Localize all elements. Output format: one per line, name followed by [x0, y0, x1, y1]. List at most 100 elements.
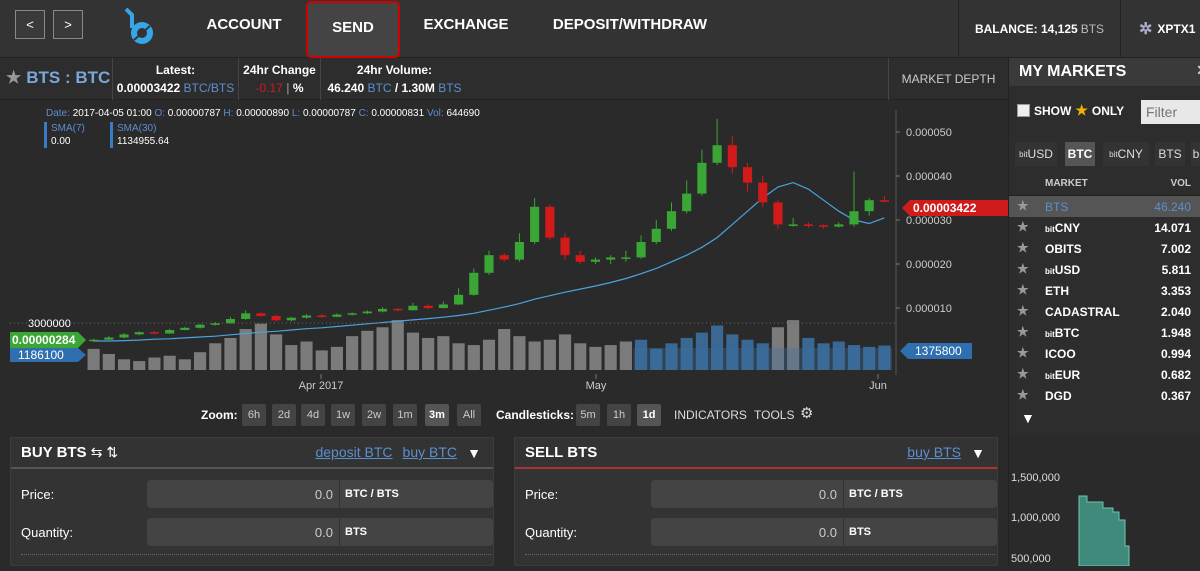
candle-body [545, 206, 555, 238]
market-tab-btc[interactable]: BTC [1065, 142, 1095, 166]
zoom-4d-button[interactable]: 4d [301, 404, 325, 426]
market-row[interactable]: ★ BTS 46.240 [1009, 196, 1200, 217]
market-symbol: CNY [1054, 221, 1081, 235]
volume-bar [558, 334, 572, 370]
market-row[interactable]: ★ bitEUR 0.682 [1009, 364, 1200, 385]
market-row[interactable]: ★ ICOO 0.994 [1009, 343, 1200, 364]
volume-bar [102, 353, 115, 370]
candle-5m-button[interactable]: 5m [576, 404, 600, 426]
favorite-star-icon[interactable]: ★ [1017, 324, 1029, 340]
candle-body [469, 272, 479, 295]
market-row[interactable]: ★ bitUSD 5.811 [1009, 259, 1200, 280]
tab-deposit-withdraw[interactable]: DEPOSIT/WITHDRAW [532, 0, 728, 58]
market-depth-button[interactable]: MARKET DEPTH [888, 58, 1008, 100]
my-markets-header: MY MARKETS ✕ [1009, 58, 1200, 86]
favorite-star-icon[interactable]: ★ [1017, 261, 1029, 277]
candle-body [377, 308, 388, 312]
back-button[interactable]: < [15, 10, 45, 39]
indicators-button[interactable]: INDICATORS [674, 408, 747, 422]
zoom-2w-button[interactable]: 2w [362, 404, 386, 426]
favorite-star-icon[interactable]: ★ [1017, 282, 1029, 298]
price-chart[interactable]: 0.000050 0.000040 0.000030 0.000020 0.000010… [0, 100, 1008, 400]
swap-icons[interactable]: ⇆ ⇅ [91, 444, 118, 461]
deposit-btc-link[interactable]: deposit BTC [315, 444, 392, 460]
vol-column-header[interactable]: VOL [1170, 178, 1191, 189]
sell-price-label: Price: [525, 487, 559, 502]
depth-chart-canvas: 1,500,000 1,000,000 500,000 [1011, 472, 1130, 567]
zoom-all-button[interactable]: All [457, 404, 481, 426]
volume-bar [467, 345, 480, 370]
bitshares-logo-icon[interactable] [118, 6, 158, 50]
sell-panel-header: SELL BTS buy BTS ▼ [515, 438, 997, 469]
market-tab-more[interactable]: b [1191, 142, 1200, 166]
market-tab-bts[interactable]: BTS [1155, 142, 1185, 166]
market-tab-bitusd[interactable]: bit USD [1015, 142, 1057, 166]
market-row[interactable]: ★ OBITS 7.002 [1009, 238, 1200, 259]
zoom-3m-button[interactable]: 3m [425, 404, 449, 426]
account-menu[interactable]: ✲ XPTX1 [1120, 0, 1200, 58]
market-filter-input[interactable] [1141, 100, 1200, 124]
change-unit: % [292, 81, 304, 95]
candle-body [210, 323, 220, 325]
buy-quantity-input[interactable]: 0.0 [147, 518, 339, 546]
favorite-star-icon[interactable]: ★ [1017, 219, 1029, 235]
show-favorites-only-toggle[interactable]: SHOW ★ ONLY [1017, 102, 1124, 119]
favorite-star-icon[interactable]: ★ [1017, 366, 1029, 382]
market-name: BTS [1045, 200, 1068, 214]
candle-body [317, 315, 327, 317]
favorite-star-icon[interactable]: ★ [1017, 387, 1029, 403]
market-row[interactable]: ★ bitCNY 14.071 [1009, 217, 1200, 238]
buy-btc-link[interactable]: buy BTC [403, 444, 457, 460]
sma7-value: 0.00 [51, 136, 71, 147]
market-name: OBITS [1045, 242, 1082, 256]
sma30-readout: SMA(30) 1134955.64 [110, 122, 169, 148]
tools-button[interactable]: TOOLS [754, 408, 794, 422]
candle-body [651, 228, 661, 242]
show-only-checkbox[interactable] [1017, 104, 1030, 117]
market-column-header[interactable]: MARKET [1045, 178, 1088, 189]
market-row[interactable]: ★ CADASTRAL 2.040 [1009, 301, 1200, 322]
market-row[interactable]: ★ ETH 3.353 [1009, 280, 1200, 301]
favorite-star-icon[interactable]: ★ [1017, 198, 1029, 214]
sell-panel: SELL BTS buy BTS ▼ Price: 0.0 BTC / BTS … [514, 437, 998, 566]
favorite-star-icon[interactable]: ★ [1017, 345, 1029, 361]
tab-name: CNY [1117, 147, 1143, 161]
tab-prefix: bit [1019, 149, 1028, 159]
zoom-2d-button[interactable]: 2d [272, 404, 296, 426]
tab-send[interactable]: SEND [306, 1, 400, 58]
high-key: H: [223, 108, 234, 119]
zoom-1w-button[interactable]: 1w [331, 404, 355, 426]
buy-panel-header: BUY BTS ⇆ ⇅ deposit BTC buy BTC ▼ [11, 438, 493, 469]
candle-body [773, 202, 783, 225]
market-row[interactable]: ★ bitBTC 1.948 [1009, 322, 1200, 343]
favorite-star-icon[interactable]: ★ [1017, 240, 1029, 256]
buy-bts-link[interactable]: buy BTS [907, 444, 961, 460]
tab-exchange[interactable]: EXCHANGE [402, 0, 530, 58]
account-balance[interactable]: BALANCE: 14,125 BTS [958, 0, 1120, 58]
forward-button[interactable]: > [53, 10, 83, 39]
settings-gear-icon[interactable]: ⚙ [800, 404, 813, 422]
favorite-star-icon[interactable]: ★ [6, 68, 21, 88]
candle-1h-button[interactable]: 1h [607, 404, 631, 426]
market-row[interactable]: ★ DGD 0.367 [1009, 385, 1200, 406]
latest-label: Latest: [155, 63, 196, 77]
market-ticker-bar: ★ BTS : BTC Latest: 0.00003422 BTC/BTS 2… [0, 58, 1008, 100]
collapse-caret-icon[interactable]: ▼ [971, 445, 985, 461]
sell-quantity-input[interactable]: 0.0 [651, 518, 843, 546]
favorite-star-icon[interactable]: ★ [1017, 303, 1029, 319]
collapse-caret-icon[interactable]: ▼ [467, 445, 481, 461]
market-pair-title[interactable]: ★ BTS : BTC [6, 68, 110, 88]
tab-account[interactable]: ACCOUNT [184, 0, 304, 58]
candle-body [590, 259, 601, 262]
zoom-6h-button[interactable]: 6h [242, 404, 266, 426]
buy-price-input[interactable]: 0.0 [147, 480, 339, 508]
left-volume-label: 1186100 [18, 348, 64, 362]
low-value: 0.00000787 [302, 108, 356, 119]
market-tab-bitcny[interactable]: bit CNY [1103, 142, 1149, 166]
close-icon[interactable]: ✕ [1196, 62, 1200, 79]
zoom-1m-button[interactable]: 1m [393, 404, 417, 426]
sell-price-input[interactable]: 0.0 [651, 480, 843, 508]
candle-1d-button[interactable]: 1d [637, 404, 661, 426]
collapse-caret-icon[interactable]: ▼ [1021, 410, 1035, 426]
volume-bar [87, 348, 100, 370]
